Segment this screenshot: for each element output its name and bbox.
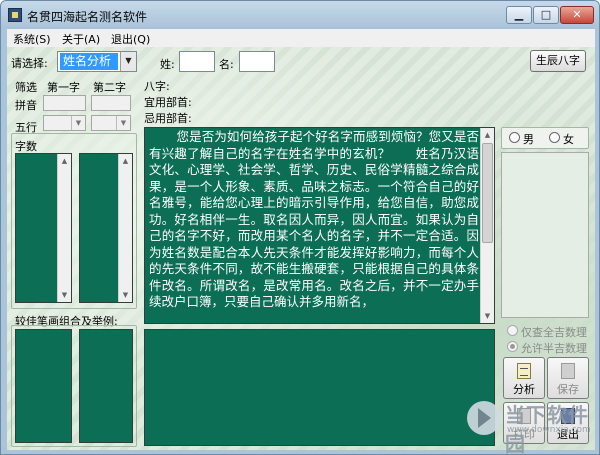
scroll-thumb[interactable] [482, 143, 493, 243]
female-label: 女 [563, 133, 574, 146]
main-panel: 请选择: 姓名分析 ▼ 姓: 名: 生辰八字 八字: 宜用部首: 忌用部首: 筛… [7, 47, 595, 450]
mode-select[interactable]: 姓名分析 ▼ [57, 51, 137, 72]
scrollbar[interactable]: ▲ ▼ [118, 154, 132, 302]
right-display-panel [501, 152, 589, 318]
menu-about[interactable]: 关于(A) [62, 31, 100, 47]
result-text-area[interactable] [144, 329, 495, 446]
wuxing-first-select[interactable]: ▼ [43, 115, 86, 131]
combo-second-list[interactable] [79, 329, 133, 443]
intro-text-area[interactable]: 您是否为如何给孩子起个好名字而感到烦恼？您又是否有兴趣了解自己的名字在姓名学中的… [144, 127, 495, 324]
surname-label: 姓: [160, 58, 175, 71]
scroll-up-icon[interactable]: ▲ [119, 154, 132, 168]
pinyin-first-input[interactable] [43, 95, 86, 111]
bazi-label: 八字: [144, 80, 170, 93]
strokes-second-list[interactable]: ▲ ▼ [79, 153, 133, 303]
bazi-button[interactable]: 生辰八字 [530, 50, 586, 72]
app-icon [8, 8, 22, 22]
scroll-down-icon[interactable]: ▼ [119, 288, 132, 302]
chevron-down-icon[interactable]: ▼ [120, 52, 136, 71]
allow-half-lucky-label: 允许半吉数理 [521, 342, 587, 355]
filter-label: 筛选 [15, 81, 37, 94]
wuxing-second-select[interactable]: ▼ [91, 115, 131, 131]
avoid-radical-label: 忌用部首: [144, 112, 192, 125]
strokes-first-list[interactable]: ▲ ▼ [15, 153, 72, 303]
scrollbar[interactable]: ▲ ▼ [57, 154, 71, 302]
chevron-down-icon[interactable]: ▼ [71, 116, 85, 130]
close-button[interactable]: ✕ [560, 6, 594, 24]
intro-text: 您是否为如何给孩子起个好名字而感到烦恼？您又是否有兴趣了解自己的名字在姓名学中的… [149, 129, 479, 309]
save-icon [561, 363, 575, 379]
male-label: 男 [523, 133, 534, 146]
minimize-button[interactable]: ▁ [506, 6, 532, 24]
only-full-lucky-radio[interactable] [507, 325, 518, 336]
scroll-down-icon[interactable]: ▼ [58, 288, 71, 302]
intro-scrollbar[interactable]: ▲ ▼ [480, 128, 494, 323]
allow-half-lucky-radio[interactable] [507, 341, 518, 352]
suitable-radical-label: 宜用部首: [144, 96, 192, 109]
watermark: 当下软件园 www.downxia.com [461, 393, 599, 454]
watermark-url: www.downxia.com [507, 425, 591, 435]
male-radio[interactable] [509, 132, 520, 143]
title-bar: 名贯四海起名测名软件 ▁ □ ✕ [1, 1, 599, 29]
givenname-label: 名: [219, 58, 234, 71]
chevron-down-icon[interactable]: ▼ [116, 116, 130, 130]
window-title: 名贯四海起名测名软件 [27, 10, 148, 24]
pinyin-label: 拼音 [15, 99, 37, 112]
surname-input[interactable] [179, 51, 215, 72]
scroll-up-icon[interactable]: ▲ [481, 128, 494, 142]
play-logo-icon [467, 401, 501, 435]
menu-bar: 系统(S) 关于(A) 退出(Q) [7, 29, 595, 47]
menu-system[interactable]: 系统(S) [13, 31, 51, 47]
only-full-lucky-label: 仅查全吉数理 [521, 326, 587, 339]
column-first-char: 第一字 [47, 81, 80, 94]
pinyin-second-input[interactable] [91, 95, 131, 111]
combo-first-list[interactable] [15, 329, 72, 443]
app-window: 名贯四海起名测名软件 ▁ □ ✕ 系统(S) 关于(A) 退出(Q) 请选择: … [0, 0, 600, 455]
column-second-char: 第二字 [93, 81, 126, 94]
scroll-up-icon[interactable]: ▲ [58, 154, 71, 168]
female-radio[interactable] [549, 132, 560, 143]
menu-exit[interactable]: 退出(Q) [111, 31, 150, 47]
select-label: 请选择: [11, 57, 48, 70]
maximize-button[interactable]: □ [533, 6, 559, 24]
mode-select-value: 姓名分析 [60, 53, 118, 70]
scroll-down-icon[interactable]: ▼ [481, 309, 494, 323]
document-icon [517, 363, 531, 379]
givenname-input[interactable] [239, 51, 275, 72]
